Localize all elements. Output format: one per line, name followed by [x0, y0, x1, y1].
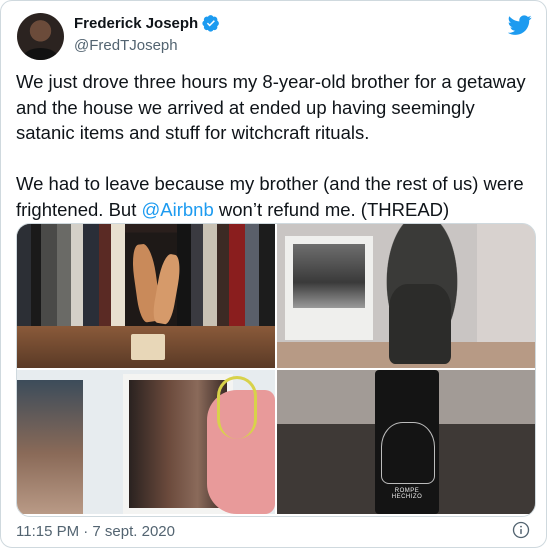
- author-handle[interactable]: @FredTJoseph: [74, 37, 178, 54]
- avatar[interactable]: [17, 13, 64, 60]
- tweet-text-part1: We just drove three hours my 8-year-old …: [16, 71, 526, 220]
- twitter-bird-icon[interactable]: [508, 13, 532, 37]
- photo-goat-print-statue[interactable]: [277, 224, 535, 368]
- mention-link[interactable]: @Airbnb: [141, 199, 213, 220]
- media-grid: ROMPE HECHIZO: [16, 223, 536, 517]
- photo-bookshelf-figurine[interactable]: [17, 224, 275, 368]
- bottle-label: ROMPE HECHIZO: [391, 488, 423, 500]
- author-name-row: Frederick Joseph: [74, 14, 220, 32]
- info-icon[interactable]: [512, 521, 530, 539]
- author-name[interactable]: Frederick Joseph: [74, 15, 198, 32]
- tweet-card: Frederick Joseph @FredTJoseph We just dr…: [0, 0, 547, 548]
- tweet-text-part2: won’t refund me. (THREAD): [213, 198, 450, 220]
- tweet-text: We just drove three hours my 8-year-old …: [16, 69, 536, 222]
- photo-framed-portraits[interactable]: [17, 370, 275, 514]
- tweet-timestamp[interactable]: 11:15 PM · 7 sept. 2020: [16, 523, 175, 540]
- photo-bottle[interactable]: ROMPE HECHIZO: [277, 370, 535, 514]
- verified-badge-icon: [202, 15, 220, 32]
